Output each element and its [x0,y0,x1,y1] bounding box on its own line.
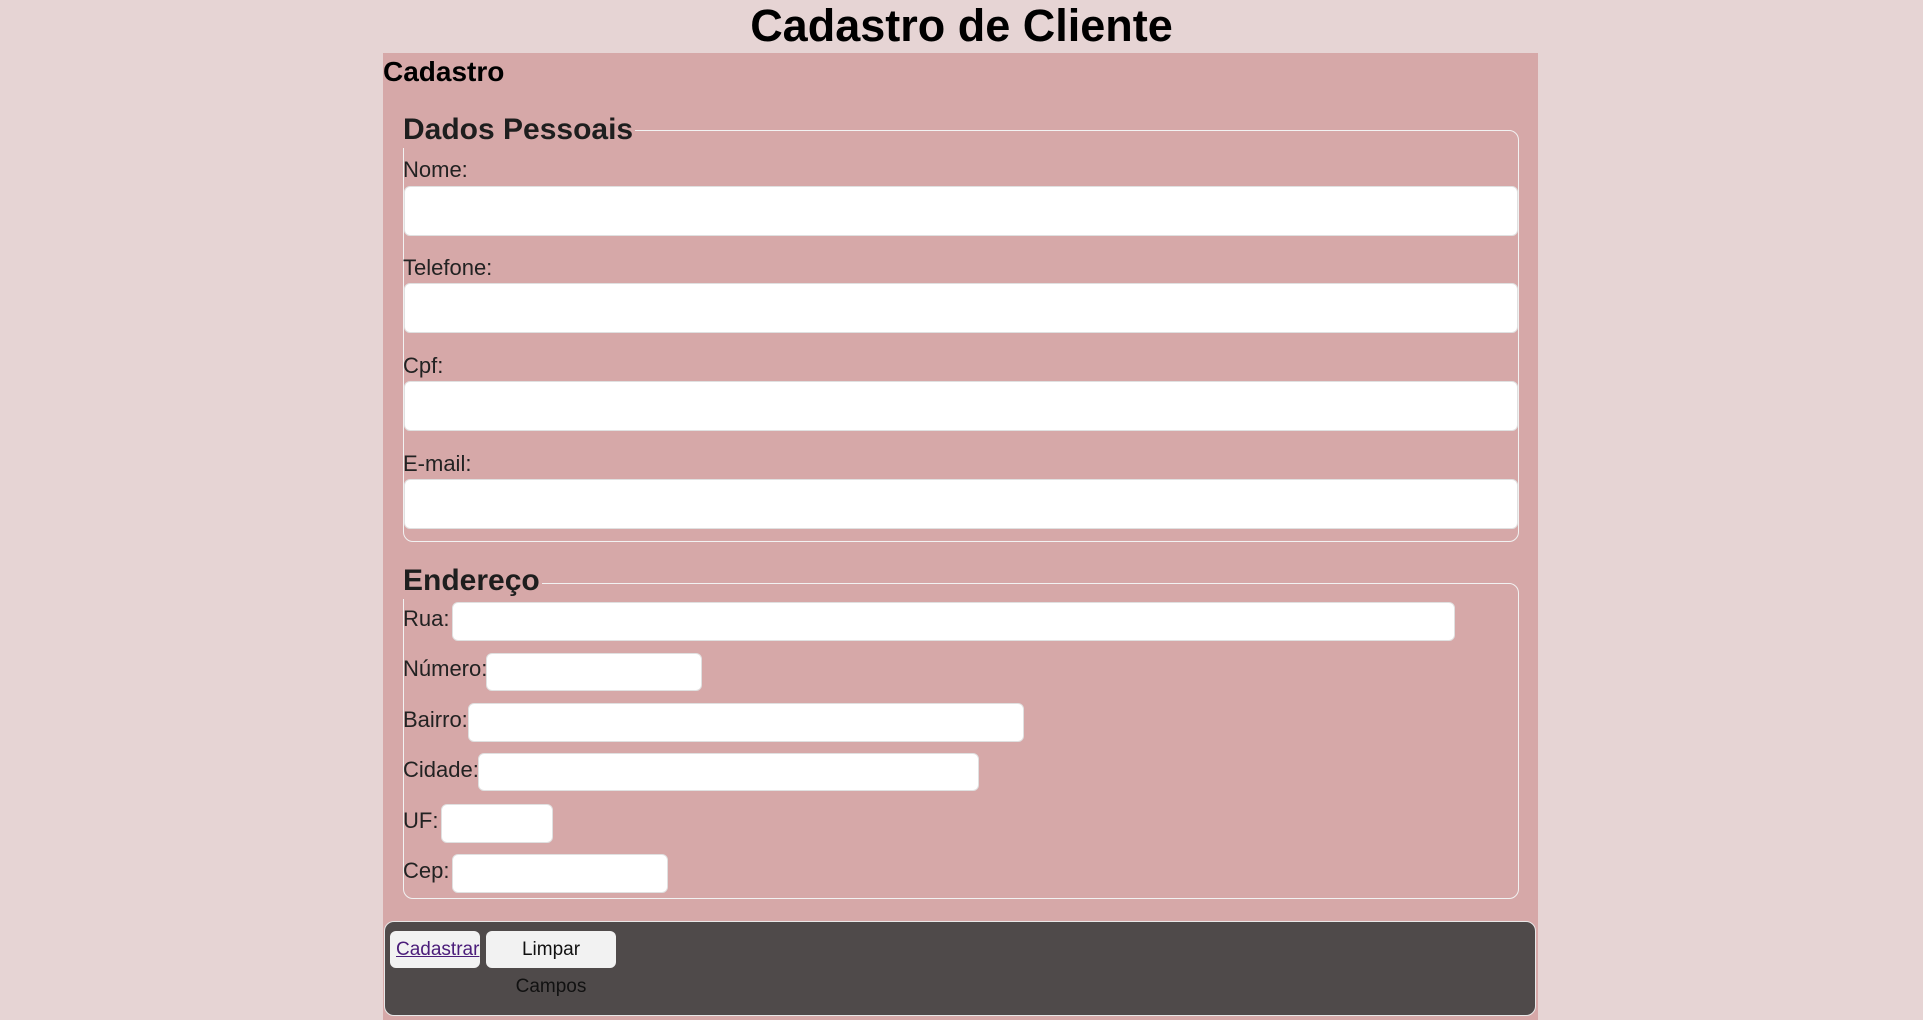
numero-label: Número: [403,656,488,681]
cidade-label: Cidade: [403,757,479,782]
uf-input[interactable] [441,804,553,843]
personal-data-legend: Dados Pessoais [403,112,636,148]
cpf-input[interactable] [404,381,1518,431]
bairro-input[interactable] [468,703,1024,742]
registration-form: Cadastro Dados Pessoais Nome: Telefone: … [383,53,1538,1020]
bairro-label: Bairro: [403,707,468,732]
cadastrar-button[interactable]: Cadastrar [390,931,480,968]
form-heading: Cadastro [383,56,505,87]
cidade-input[interactable] [478,753,979,791]
telefone-input[interactable] [404,283,1518,333]
rua-label: Rua: [403,606,450,631]
limpar-campos-button[interactable]: Limpar Campos [486,931,616,997]
cpf-label: Cpf: [403,353,444,378]
form-actions-bar: Cadastrar Limpar Campos [384,921,1536,1016]
nome-label: Nome: [403,157,468,182]
cep-label: Cep: [403,858,450,883]
address-legend: Endereço [403,563,542,599]
uf-label: UF: [403,808,439,833]
nome-input[interactable] [404,186,1518,236]
page-title: Cadastro de Cliente [750,0,1173,51]
email-label: E-mail: [403,451,472,476]
numero-input[interactable] [486,653,702,691]
telefone-label: Telefone: [403,255,493,280]
cep-input[interactable] [452,854,668,893]
email-input[interactable] [404,479,1518,529]
rua-input[interactable] [452,602,1455,641]
